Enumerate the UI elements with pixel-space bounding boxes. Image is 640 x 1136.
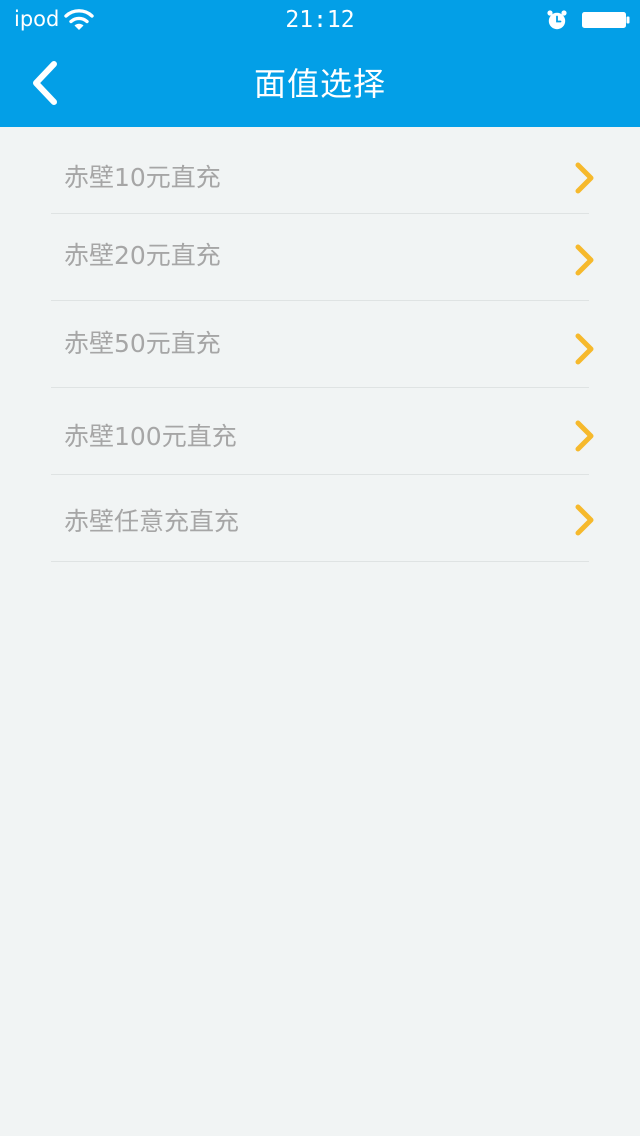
option-20-yuan[interactable]: 赤壁20元直充	[51, 214, 594, 301]
battery-icon	[582, 12, 630, 28]
chevron-right-icon	[573, 419, 597, 453]
option-100-yuan[interactable]: 赤壁100元直充	[51, 388, 594, 475]
option-10-yuan[interactable]: 赤壁10元直充	[51, 127, 594, 214]
option-label: 赤壁20元直充	[64, 241, 221, 270]
navigation-bar: 面值选择	[0, 40, 640, 127]
chevron-right-icon	[573, 243, 597, 277]
status-time: 21:12	[285, 7, 355, 33]
option-label: 赤壁100元直充	[64, 422, 237, 451]
option-50-yuan[interactable]: 赤壁50元直充	[51, 301, 594, 388]
option-label: 赤壁任意充直充	[64, 507, 240, 536]
status-bar: ipod 21:12	[0, 0, 640, 40]
alarm-icon	[546, 9, 568, 31]
chevron-right-icon	[573, 161, 597, 195]
option-custom-amount[interactable]: 赤壁任意充直充	[51, 475, 594, 562]
option-label: 赤壁10元直充	[64, 163, 221, 192]
chevron-right-icon	[573, 503, 597, 537]
page-title: 面值选择	[253, 65, 386, 103]
app-header: ipod 21:12 面值选择	[0, 0, 640, 127]
chevron-right-icon	[573, 332, 597, 366]
option-label: 赤壁50元直充	[64, 329, 221, 358]
